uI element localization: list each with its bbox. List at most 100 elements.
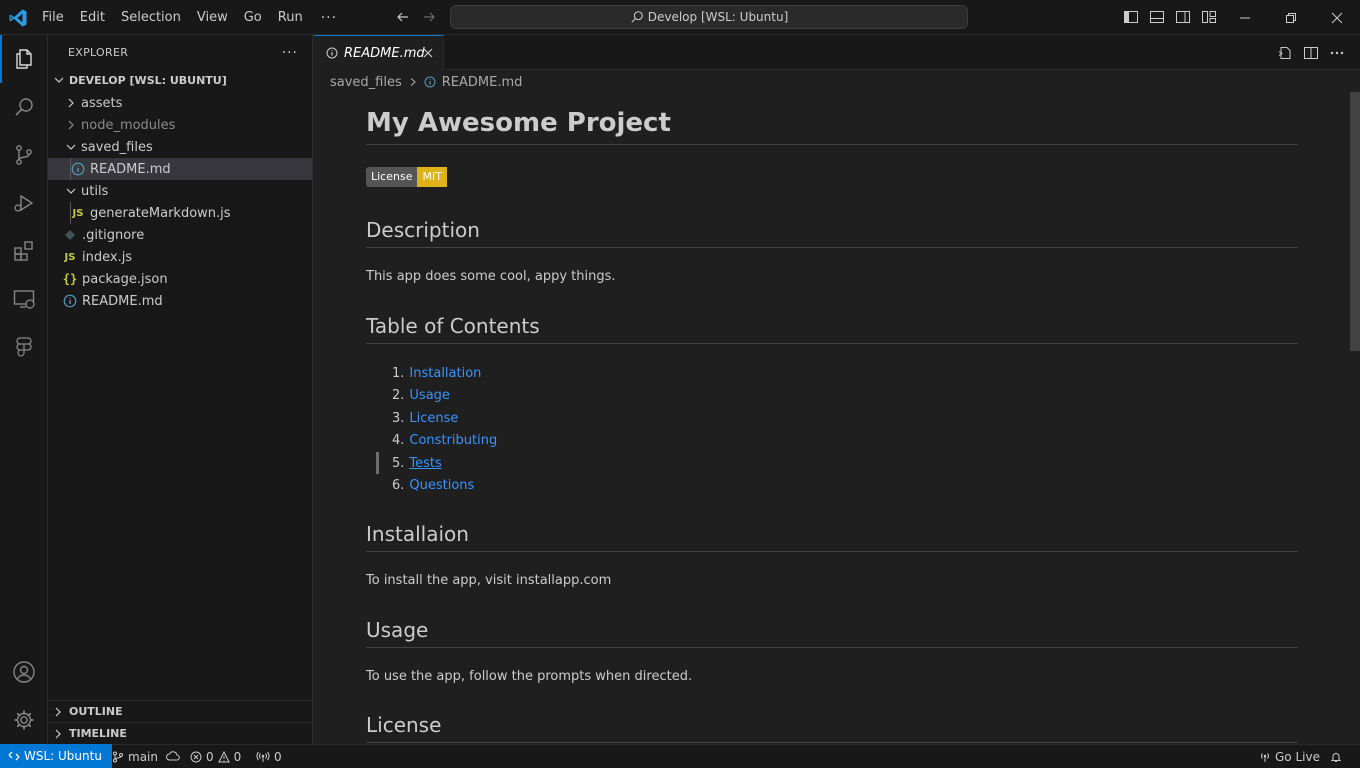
branch-label: main bbox=[128, 749, 158, 764]
tree-item-saved-readme[interactable]: README.md bbox=[48, 158, 312, 180]
restore-icon bbox=[1285, 12, 1297, 24]
license-badge[interactable]: License MIT bbox=[366, 167, 1298, 187]
problems-status[interactable]: 0 0 bbox=[190, 745, 241, 768]
explorer-activity[interactable] bbox=[0, 35, 48, 83]
chevron-down-icon bbox=[63, 183, 79, 199]
customize-layout-icon[interactable] bbox=[1201, 9, 1217, 25]
command-center[interactable]: Develop [WSL: Ubuntu] bbox=[450, 5, 968, 29]
menu-edit[interactable]: Edit bbox=[72, 6, 113, 30]
ports-status[interactable]: 0 bbox=[256, 745, 282, 768]
breadcrumb: saved_files README.md bbox=[330, 73, 522, 91]
tree-item-saved-files[interactable]: saved_files bbox=[48, 136, 312, 158]
menu-file[interactable]: File bbox=[34, 6, 72, 30]
open-source-icon[interactable] bbox=[1277, 45, 1293, 61]
toggle-secondary-sidebar-icon[interactable] bbox=[1175, 9, 1191, 25]
search-activity[interactable] bbox=[0, 83, 48, 131]
toc-heading: Table of Contents bbox=[366, 314, 1298, 344]
accounts-activity[interactable] bbox=[0, 648, 48, 696]
sync-icon bbox=[166, 750, 184, 763]
title-bar: File Edit Selection View Go Run ··· Deve… bbox=[0, 0, 1360, 35]
outline-panel-header[interactable]: OUTLINE bbox=[48, 700, 312, 722]
broadcast-icon bbox=[1259, 751, 1275, 763]
breadcrumb-folder[interactable]: saved_files bbox=[330, 75, 402, 90]
branch-status[interactable]: main bbox=[112, 745, 184, 768]
description-text: This app does some cool, appy things. bbox=[366, 269, 616, 284]
run-debug-icon bbox=[12, 191, 36, 215]
toc-link-installation[interactable]: Installation bbox=[409, 366, 481, 381]
tree-item-label: generateMarkdown.js bbox=[90, 205, 231, 221]
tree-item-label: node_modules bbox=[81, 117, 176, 133]
indent-guide bbox=[70, 158, 71, 180]
workspace-root[interactable]: DEVELOP [WSL: UBUNTU] bbox=[48, 69, 312, 91]
warning-icon bbox=[217, 750, 234, 763]
menu-selection[interactable]: Selection bbox=[113, 6, 189, 30]
menu-view[interactable]: View bbox=[189, 6, 236, 30]
go-live-button[interactable]: Go Live bbox=[1259, 745, 1320, 768]
toc-link-usage[interactable]: Usage bbox=[409, 388, 450, 403]
editor-tab-bar: README.md bbox=[314, 35, 1360, 70]
description-heading: Description bbox=[366, 218, 1298, 248]
source-control-activity[interactable] bbox=[0, 131, 48, 179]
breadcrumb-file[interactable]: README.md bbox=[442, 75, 523, 90]
back-arrow-icon[interactable] bbox=[395, 9, 411, 25]
tree-item-utils[interactable]: utils bbox=[48, 180, 312, 202]
chevron-right-icon bbox=[50, 726, 66, 742]
chevron-down-icon bbox=[51, 72, 67, 88]
usage-text: To use the app, follow the prompts when … bbox=[366, 669, 693, 684]
tree-item-index-js[interactable]: JS index.js bbox=[48, 246, 312, 268]
tree-item-label: README.md bbox=[82, 293, 163, 309]
tab-readme-preview[interactable]: README.md bbox=[314, 35, 444, 70]
warning-count: 0 bbox=[233, 749, 242, 764]
tree-item-node-modules[interactable]: node_modules bbox=[48, 114, 312, 136]
sidebar-title: EXPLORER bbox=[68, 46, 129, 59]
scrollbar-thumb[interactable] bbox=[1350, 92, 1360, 351]
toc-list: 1. Installation 2. Usage 3. License 4. Const… bbox=[392, 362, 497, 497]
tree-item-label: saved_files bbox=[81, 139, 153, 155]
tree-item-readme[interactable]: README.md bbox=[48, 290, 312, 312]
figma-activity[interactable] bbox=[0, 323, 48, 371]
outline-label: OUTLINE bbox=[69, 705, 123, 718]
timeline-label: TIMELINE bbox=[69, 727, 127, 740]
notifications-button[interactable] bbox=[1330, 745, 1346, 768]
toc-link-tests[interactable]: Tests bbox=[409, 456, 441, 471]
chevron-right-icon bbox=[63, 95, 79, 111]
explorer-more-button[interactable]: ··· bbox=[282, 45, 298, 61]
restore-button[interactable] bbox=[1268, 0, 1314, 35]
installation-text: To install the app, visit installapp.com bbox=[366, 573, 612, 588]
toc-link-contributing[interactable]: Constributing bbox=[409, 433, 497, 448]
more-actions-icon[interactable] bbox=[1329, 45, 1345, 61]
close-window-button[interactable] bbox=[1314, 0, 1360, 35]
tree-item-generate-markdown[interactable]: JS generateMarkdown.js bbox=[48, 202, 312, 224]
git-branch-icon bbox=[112, 751, 128, 763]
list-item: 4. Constributing bbox=[392, 433, 498, 449]
menu-run[interactable]: Run bbox=[270, 6, 311, 30]
split-editor-icon[interactable] bbox=[1303, 45, 1319, 61]
tree-item-package-json[interactable]: {} package.json bbox=[48, 268, 312, 290]
status-bar: WSL: Ubuntu main 0 0 0 Go Live bbox=[0, 744, 1360, 768]
close-icon[interactable] bbox=[421, 46, 435, 60]
preview-scrollbar[interactable] bbox=[1350, 92, 1360, 744]
remote-explorer-activity[interactable] bbox=[0, 275, 48, 323]
info-icon bbox=[62, 293, 78, 309]
extensions-activity[interactable] bbox=[0, 227, 48, 275]
forward-arrow-icon[interactable] bbox=[421, 9, 437, 25]
menu-go[interactable]: Go bbox=[236, 6, 270, 30]
manage-activity[interactable] bbox=[0, 696, 48, 744]
remote-indicator[interactable]: WSL: Ubuntu bbox=[0, 744, 112, 768]
minimize-icon bbox=[1239, 12, 1251, 24]
radio-tower-icon bbox=[256, 751, 274, 763]
toggle-primary-sidebar-icon[interactable] bbox=[1123, 9, 1139, 25]
menu-more-button[interactable]: ··· bbox=[311, 6, 347, 30]
tree-item-assets[interactable]: assets bbox=[48, 92, 312, 114]
minimize-button[interactable] bbox=[1222, 0, 1268, 35]
tree-item-gitignore[interactable]: .gitignore bbox=[48, 224, 312, 246]
toc-link-questions[interactable]: Questions bbox=[409, 478, 474, 493]
remote-label: WSL: Ubuntu bbox=[24, 749, 102, 763]
run-debug-activity[interactable] bbox=[0, 179, 48, 227]
timeline-panel-header[interactable]: TIMELINE bbox=[48, 722, 312, 744]
toggle-panel-icon[interactable] bbox=[1149, 9, 1165, 25]
activity-bar bbox=[0, 35, 48, 744]
toc-link-license[interactable]: License bbox=[409, 411, 458, 426]
tree-item-label: assets bbox=[81, 95, 123, 111]
gear-icon bbox=[12, 708, 36, 732]
